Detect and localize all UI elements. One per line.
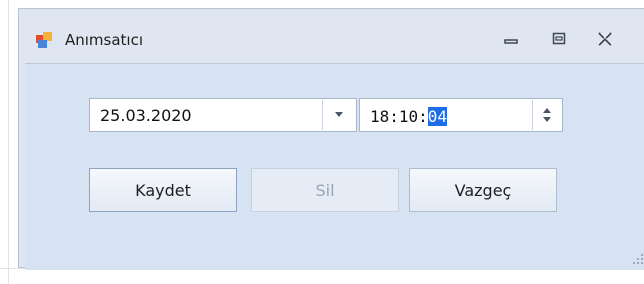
save-button[interactable]: Kaydet [89,168,237,212]
spin-down-icon[interactable] [543,117,551,122]
time-value[interactable]: 18:10:04 [370,107,448,126]
date-dropdown-button[interactable] [322,100,355,130]
desktop-divider-left [8,0,9,284]
restore-icon [552,32,566,45]
date-picker[interactable]: 25.03.2020 [89,98,357,132]
title-bar[interactable]: Anımsatıcı [19,9,644,63]
time-value-selected: 04 [427,107,448,126]
window-title: Anımsatıcı [65,31,144,49]
time-picker[interactable]: 18:10:04 [359,98,563,132]
minimize-button[interactable] [499,29,523,49]
reminder-window: Anımsatıcı 25.03.2020 18:10:04 Kaydet Si… [18,8,644,270]
delete-button: Sil [251,168,399,212]
maximize-button[interactable] [547,29,571,49]
close-button[interactable] [593,29,617,49]
resize-grip-icon[interactable] [631,252,644,266]
time-spin-buttons[interactable] [532,100,561,130]
chevron-down-icon [335,112,343,117]
time-value-prefix: 18:10: [370,107,428,126]
spin-up-icon[interactable] [543,108,551,113]
app-icon [36,32,52,48]
cancel-button[interactable]: Vazgeç [409,168,557,212]
form-client-area: 25.03.2020 18:10:04 Kaydet Sil Vazgeç [25,63,644,270]
close-icon [597,32,613,46]
minimize-icon [504,39,518,44]
date-value[interactable]: 25.03.2020 [100,106,192,125]
